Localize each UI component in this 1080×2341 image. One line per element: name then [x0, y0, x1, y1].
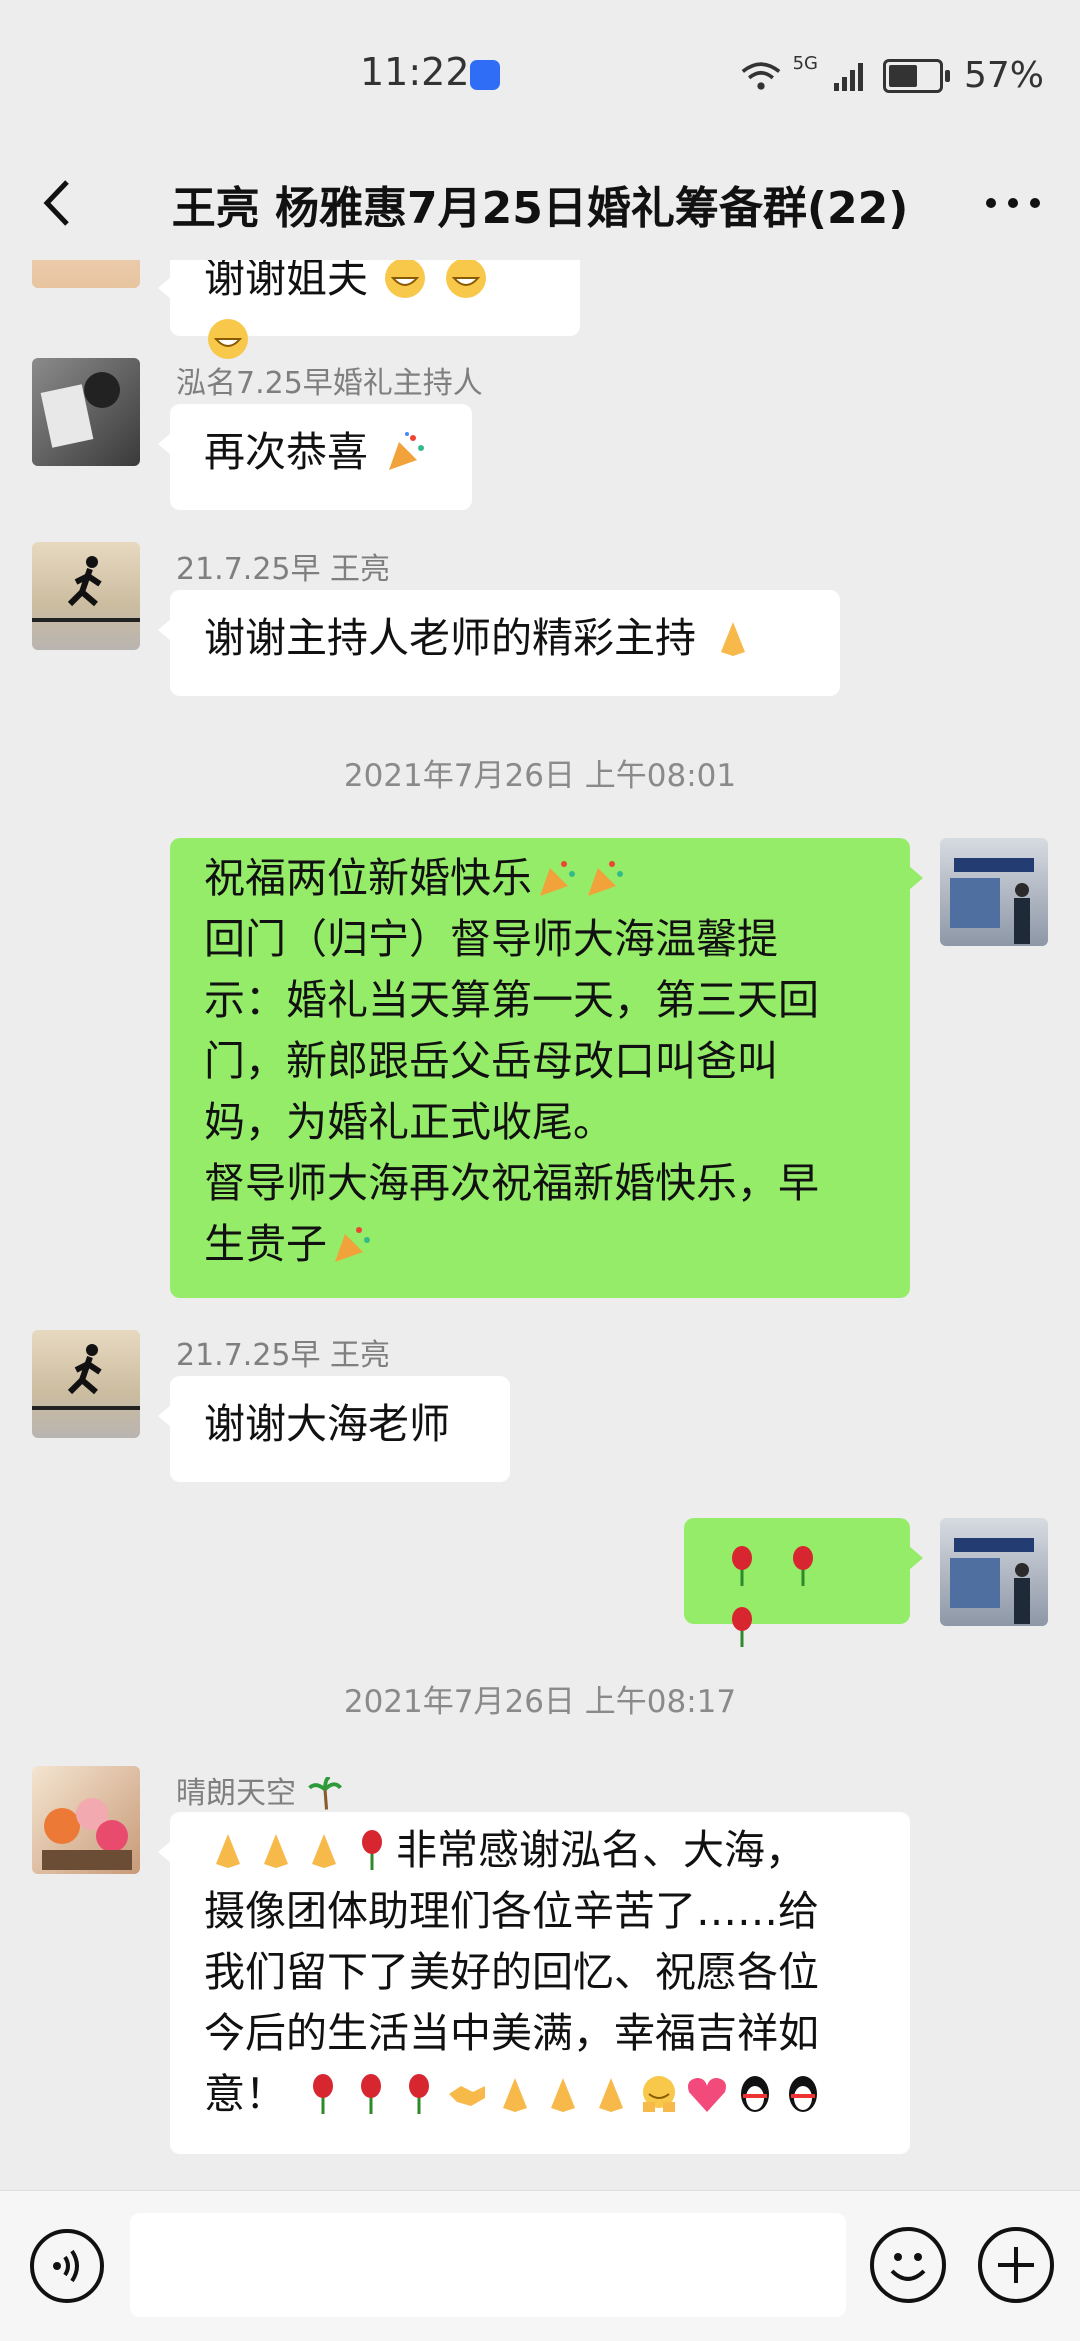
grin-emoji-icon	[446, 260, 487, 298]
heart-icon	[688, 2078, 727, 2112]
message-bubble[interactable]: 谢谢姐夫	[158, 260, 580, 359]
avatar[interactable]	[32, 1766, 140, 1874]
rose-icon	[313, 2074, 334, 2114]
message-line: 示：婚礼当天算第一天，第三天回	[204, 976, 819, 1024]
avatar[interactable]	[32, 1330, 140, 1438]
message-text: 谢谢大海老师	[204, 1400, 450, 1448]
sender-name: 泓名7.25早婚礼主持人	[176, 366, 483, 401]
message-bubble[interactable]: 祝福两位新婚快乐 回门（归宁）督导师大海温馨提 示：婚礼当天算第一天，第三天回 …	[170, 838, 923, 1298]
palm-tree-icon	[307, 1777, 342, 1810]
penguin-icon	[741, 2076, 770, 2112]
timestamp: 2021年7月26日 上午08:17	[343, 1684, 737, 1720]
penguin-icon	[789, 2076, 818, 2112]
message-line: 意！	[204, 2064, 876, 2125]
network-label: 5G	[792, 53, 818, 74]
pray-hands-icon	[721, 622, 746, 656]
rose-icon	[361, 2074, 382, 2114]
sender-name: 21.7.25早 王亮	[176, 552, 391, 587]
message-line: 生贵子	[204, 1214, 876, 1275]
chat-title: 王亮 杨雅惠7月25日婚礼筹备群(22)	[171, 183, 909, 234]
battery-percent: 57%	[963, 55, 1044, 96]
rose-icon	[732, 1546, 752, 1586]
party-popper-icon	[588, 861, 623, 896]
pray-hands-icon	[312, 1834, 336, 1868]
rose-icon	[362, 1830, 382, 1870]
plus-button[interactable]	[978, 2227, 1054, 2303]
pray-hands-icon	[264, 1834, 288, 1868]
avatar[interactable]	[32, 358, 140, 466]
rose-icon	[409, 2074, 430, 2114]
grin-emoji-icon	[385, 260, 426, 298]
party-popper-icon	[540, 861, 575, 896]
message-line: 妈，为婚礼正式收尾。	[204, 1098, 614, 1146]
sender-name: 21.7.25早 王亮	[176, 1338, 391, 1373]
smiley-icon	[890, 2253, 926, 2281]
plus-icon	[998, 2247, 1034, 2283]
hug-emoji-icon	[643, 2076, 676, 2112]
more-dots-icon	[986, 198, 1040, 208]
sender-name: 晴朗天空	[176, 1768, 344, 1812]
input-bar	[0, 2190, 1080, 2341]
more-options-button[interactable]	[968, 168, 1058, 238]
status-icons: 5G 57%	[741, 53, 1044, 96]
chat-header: 王亮 杨雅惠7月25日婚礼筹备群(22)	[0, 150, 1080, 260]
pray-hands-icon	[503, 2078, 528, 2112]
party-popper-icon	[389, 432, 425, 470]
timestamp: 2021年7月26日 上午08:01	[343, 758, 737, 794]
rose-icon	[732, 1607, 752, 1647]
signal-icon	[830, 56, 870, 96]
message-line: 今后的生活当中美满，幸福吉祥如	[204, 2009, 819, 2057]
pray-hands-icon	[599, 2078, 624, 2112]
wifi-icon	[741, 56, 781, 96]
status-time: 11:22	[360, 50, 470, 94]
pray-hands-icon	[551, 2078, 576, 2112]
message-bubble[interactable]	[684, 1518, 923, 1647]
message-line: 督导师大海再次祝福新婚快乐，早	[204, 1159, 819, 1207]
message-bubble[interactable]: 非常感谢泓名、大海， 摄像团体助理们各位辛苦了……给 我们留下了美好的回忆、祝愿…	[158, 1812, 910, 2154]
voice-icon	[53, 2249, 79, 2283]
message-line: 摄像团体助理们各位辛苦了……给	[204, 1887, 819, 1935]
message-line: 祝福两位新婚快乐	[204, 848, 876, 909]
message-line: 我们留下了美好的回忆、祝愿各位	[204, 1948, 819, 1996]
grin-emoji-icon	[208, 319, 248, 359]
rose-icon	[793, 1546, 814, 1586]
message-bubble[interactable]: 谢谢大海老师	[158, 1376, 510, 1482]
message-text: 谢谢主持人老师的精彩主持	[204, 614, 696, 662]
handshake-icon	[449, 2086, 486, 2106]
avatar[interactable]	[940, 838, 1048, 946]
message-line: 回门（归宁）督导师大海温馨提	[204, 915, 778, 963]
message-line: 门，新郎跟岳父岳母改口叫爸叫	[204, 1037, 778, 1085]
voice-button[interactable]	[30, 2229, 104, 2303]
avatar[interactable]	[940, 1518, 1048, 1626]
message-text: 再次恭喜	[204, 428, 368, 476]
message-input[interactable]	[130, 2213, 846, 2317]
emoji-button[interactable]	[870, 2227, 946, 2303]
pray-hands-icon	[216, 1834, 240, 1868]
notification-app-icon	[470, 60, 500, 90]
status-bar: 11:22 5G 57%	[0, 0, 1080, 150]
party-popper-icon	[335, 1227, 370, 1262]
message-bubble[interactable]: 再次恭喜	[158, 404, 472, 510]
message-text: 谢谢姐夫	[204, 260, 368, 302]
message-line: 非常感谢泓名、大海，	[204, 1820, 876, 1881]
battery-icon	[882, 56, 952, 96]
message-bubble[interactable]: 谢谢主持人老师的精彩主持	[158, 590, 840, 696]
avatar[interactable]	[32, 542, 140, 650]
message-list[interactable]: 谢谢姐夫 泓名7.25早婚礼主持人 再次恭喜 21.7.25早 王亮 谢谢主持人…	[0, 260, 1080, 2190]
avatar[interactable]	[32, 260, 140, 288]
